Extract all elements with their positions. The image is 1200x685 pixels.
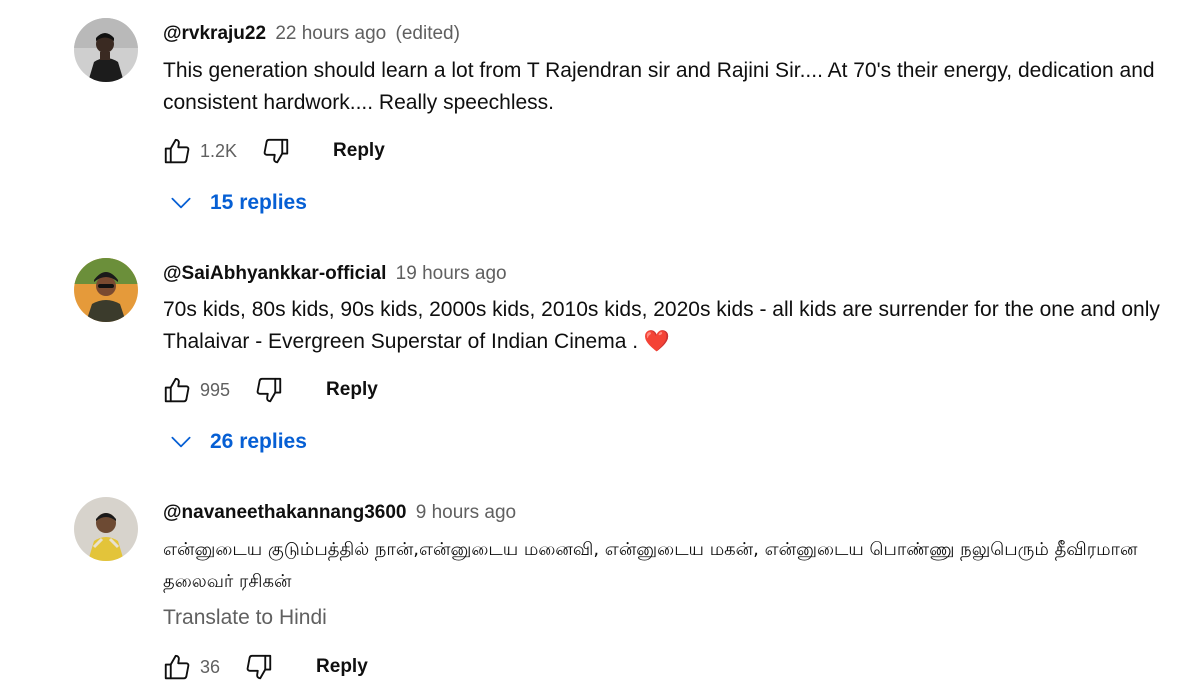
like-count: 995 [200,379,231,400]
avatar[interactable] [74,497,138,561]
thumbs-down-icon [256,377,282,403]
like-count: 1.2K [200,140,238,161]
thumbs-up-icon [164,138,190,164]
edited-label: (edited) [395,23,460,44]
author-name[interactable]: @navaneethakannang3600 [163,502,406,523]
comment-actions: 1.2K Reply [160,134,385,168]
comment-text: This generation should learn a lot from … [163,59,1155,114]
replies-count-label: 15 replies [210,191,307,214]
reply-button[interactable]: Reply [326,379,378,401]
comment-header: @rvkraju22 22 hours ago (edited) [163,22,460,46]
thumbs-up-icon [164,377,190,403]
view-replies-button[interactable]: 26 replies [168,429,307,455]
comment-text: 70s kids, 80s kids, 90s kids, 2000s kids… [163,298,1160,353]
comment-header: @navaneethakannang3600 9 hours ago [163,501,516,525]
translate-link[interactable]: Translate to Hindi [163,606,327,630]
timestamp[interactable]: 9 hours ago [416,502,516,523]
author-name[interactable]: @SaiAbhyankkar-official [163,263,386,284]
comment-text: என்னுடைய குடும்பத்தில் நான்,என்னுடைய மனை… [163,539,1138,592]
view-replies-button[interactable]: 15 replies [168,190,307,216]
like-button[interactable] [160,134,194,168]
comment-actions: 995 Reply [160,373,378,407]
dislike-button[interactable] [252,373,286,407]
thumbs-down-icon [246,654,272,680]
author-name[interactable]: @rvkraju22 [163,23,266,44]
like-button[interactable] [160,373,194,407]
timestamp[interactable]: 22 hours ago [275,23,386,44]
thumbs-up-icon [164,654,190,680]
comment-header: @SaiAbhyankkar-official 19 hours ago [163,262,507,286]
like-count: 36 [200,656,221,677]
avatar[interactable] [74,18,138,82]
reply-button[interactable]: Reply [333,140,385,162]
replies-count-label: 26 replies [210,430,307,453]
chevron-down-icon [171,436,191,448]
thumbs-down-icon [263,138,289,164]
chevron-down-icon [171,197,191,209]
timestamp[interactable]: 19 hours ago [396,263,507,284]
reply-button[interactable]: Reply [316,656,368,678]
dislike-button[interactable] [242,650,276,684]
like-button[interactable] [160,650,194,684]
avatar[interactable] [74,258,138,322]
dislike-button[interactable] [259,134,293,168]
comment-actions: 36 Reply [160,650,368,684]
